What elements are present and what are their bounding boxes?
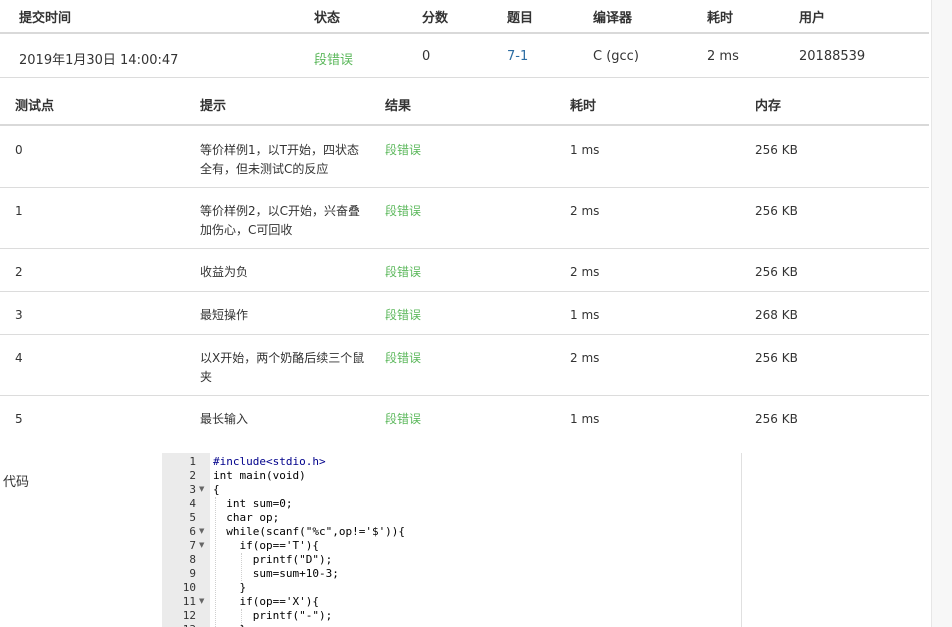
table-row: 3 最短操作 段错误 1 ms 268 KB <box>0 293 929 335</box>
testcase-hint: 最长输入 <box>200 412 249 426</box>
line-number: 9 <box>189 567 196 580</box>
status-value: 段错误 <box>314 53 354 68</box>
testcase-memory: 256 KB <box>755 265 798 279</box>
line-number: 2 <box>189 469 196 482</box>
testcase-table-header: 测试点 提示 结果 耗时 内存 <box>0 79 929 126</box>
testcase-result: 段错误 <box>385 308 422 322</box>
testcase-id: 5 <box>15 412 23 426</box>
testcase-time: 2 ms <box>570 204 600 218</box>
testcase-id: 3 <box>15 308 23 322</box>
testcase-result: 段错误 <box>385 351 422 365</box>
header-problem: 题目 <box>507 11 534 26</box>
code-line: printf("D"); <box>213 553 333 566</box>
code-line: if(op=='T'){ <box>213 539 319 552</box>
fold-arrow-icon[interactable]: ▼ <box>199 485 204 493</box>
header-user: 用户 <box>799 11 826 26</box>
line-number: 10 <box>182 581 196 594</box>
testcase-id: 2 <box>15 265 23 279</box>
testcase-hint: 最短操作 <box>200 308 249 322</box>
page-scrollbar[interactable] <box>931 0 952 627</box>
header-elapsed: 耗时 <box>707 11 734 26</box>
code-editor[interactable]: 1 2 3 4 5 6 7 8 9 10 11 12 13 ▼ ▼ ▼ ▼ #i… <box>162 453 742 627</box>
header-result: 结果 <box>385 99 412 114</box>
compiler-value: C (gcc) <box>593 49 639 64</box>
submit-time: 2019年1月30日 14:00:47 <box>19 53 179 68</box>
table-row: 4 以X开始，两个奶酪后续三个鼠夹 段错误 2 ms 256 KB <box>0 336 929 396</box>
testcase-id: 1 <box>15 204 23 218</box>
code-line: #include<stdio.h> <box>213 455 326 468</box>
testcase-hint: 以X开始，两个奶酪后续三个鼠夹 <box>200 351 365 384</box>
testcase-memory: 256 KB <box>755 351 798 365</box>
code-line: } <box>213 581 247 594</box>
testcase-result: 段错误 <box>385 265 422 279</box>
testcase-time: 1 ms <box>570 412 600 426</box>
testcase-time: 1 ms <box>570 308 600 322</box>
testcase-memory: 268 KB <box>755 308 798 322</box>
testcase-hint: 收益为负 <box>200 265 249 279</box>
testcase-time: 2 ms <box>570 351 600 365</box>
testcase-result: 段错误 <box>385 412 422 426</box>
code-line: sum=sum+10-3; <box>213 567 339 580</box>
testcase-hint: 等价样例2，以C开始，兴奋叠加伤心，C可回收 <box>200 204 361 237</box>
table-row: 0 等价样例1，以T开始，四状态全有，但未测试C的反应 段错误 1 ms 256… <box>0 128 929 188</box>
code-label: 代码 <box>3 475 30 490</box>
testcase-time: 1 ms <box>570 143 600 157</box>
table-row: 5 最长输入 段错误 1 ms 256 KB <box>0 397 929 439</box>
table-row: 1 等价样例2，以C开始，兴奋叠加伤心，C可回收 段错误 2 ms 256 KB <box>0 189 929 249</box>
code-line: while(scanf("%c",op!='$')){ <box>213 525 406 538</box>
testcase-result: 段错误 <box>385 143 422 157</box>
line-number: 8 <box>189 553 196 566</box>
code-line: char op; <box>213 511 280 524</box>
fold-arrow-icon[interactable]: ▼ <box>199 527 204 535</box>
code-line: printf("-"); <box>213 609 333 622</box>
line-number: 5 <box>189 511 196 524</box>
header-score: 分数 <box>422 11 449 26</box>
line-number: 11 <box>182 595 196 608</box>
testcase-memory: 256 KB <box>755 204 798 218</box>
line-number: 12 <box>182 609 196 622</box>
problem-link[interactable]: 7-1 <box>507 49 528 64</box>
testcase-id: 4 <box>15 351 23 365</box>
testcase-memory: 256 KB <box>755 143 798 157</box>
line-number: 1 <box>189 455 196 468</box>
line-number: 6 <box>189 525 196 538</box>
testcase-time: 2 ms <box>570 265 600 279</box>
header-compiler: 编译器 <box>593 11 633 26</box>
testcase-memory: 256 KB <box>755 412 798 426</box>
elapsed-value: 2 ms <box>707 49 739 64</box>
testcase-id: 0 <box>15 143 23 157</box>
testcase-hint: 等价样例1，以T开始，四状态全有，但未测试C的反应 <box>200 143 359 176</box>
code-line: { <box>213 483 220 496</box>
header-hint: 提示 <box>200 99 227 114</box>
header-submit-time: 提交时间 <box>19 11 72 26</box>
line-number: 3 <box>189 483 196 496</box>
testcase-result: 段错误 <box>385 204 422 218</box>
fold-arrow-icon[interactable]: ▼ <box>199 597 204 605</box>
code-line: if(op=='X'){ <box>213 595 319 608</box>
header-time: 耗时 <box>570 99 597 114</box>
submission-table-header: 提交时间 状态 分数 题目 编译器 耗时 用户 <box>0 0 929 34</box>
code-line: int sum=0; <box>213 497 293 510</box>
header-memory: 内存 <box>755 99 782 114</box>
code-line: int main(void) <box>213 469 306 482</box>
code-line: } <box>213 623 246 627</box>
line-number: 7 <box>189 539 196 552</box>
line-number: 4 <box>189 497 196 510</box>
score-value: 0 <box>422 49 431 64</box>
submission-row: 2019年1月30日 14:00:47 段错误 0 7-1 C (gcc) 2 … <box>0 34 929 78</box>
table-row: 2 收益为负 段错误 2 ms 256 KB <box>0 250 929 292</box>
header-testcase: 测试点 <box>15 99 55 114</box>
header-status: 状态 <box>314 11 341 26</box>
fold-arrow-icon[interactable]: ▼ <box>199 541 204 549</box>
line-number: 13 <box>162 623 196 627</box>
user-value: 20188539 <box>799 49 866 64</box>
